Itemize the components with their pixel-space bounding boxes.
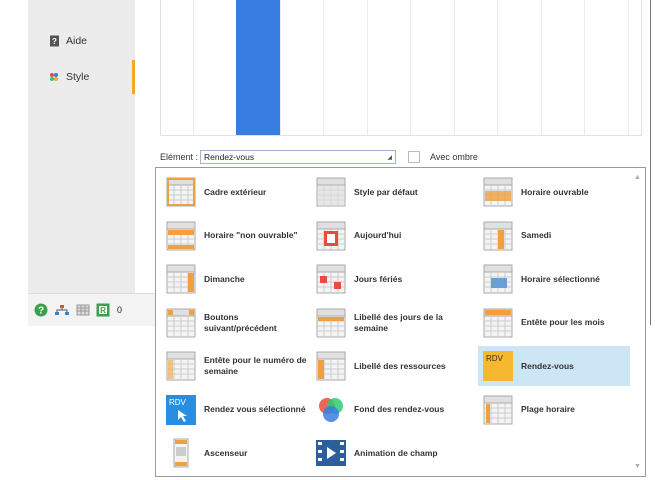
style-preview (160, 0, 642, 136)
option-label: Samedi (521, 230, 552, 240)
option-label: Rendez-vous (521, 360, 574, 371)
option-label: Horaire sélectionné (521, 273, 600, 284)
option-item[interactable]: Entête pour le numéro de semaine (161, 346, 311, 386)
option-item[interactable]: Fond des rendez-vous (311, 390, 478, 430)
shadow-label: Avec ombre (430, 152, 478, 162)
svg-text:?: ? (52, 37, 57, 46)
sidebar-item-label: Aide (66, 35, 88, 47)
sidebar-item-label: Style (66, 71, 90, 83)
option-item[interactable]: Jours fériés (311, 259, 478, 299)
option-label: Entête pour le numéro de semaine (204, 355, 307, 376)
calendar-selected-icon (483, 264, 513, 294)
r-icon[interactable]: R (96, 303, 110, 317)
option-item[interactable]: Libellé des jours de la semaine (311, 303, 478, 343)
element-combo-value: Rendez-vous (204, 152, 255, 162)
option-item[interactable]: Ascenseur (161, 433, 311, 473)
count-label: 0 (117, 305, 123, 315)
color-circles-icon (316, 395, 346, 425)
scroll-down-icon[interactable]: ▼ (634, 463, 641, 470)
option-label: Horaire "non ouvrable" (204, 230, 298, 240)
element-combo[interactable]: Rendez-vous ◢ (200, 150, 396, 164)
scrollbar-icon (166, 438, 196, 468)
shadow-checkbox[interactable] (408, 151, 420, 163)
bottom-toolbar: ? R 0 (28, 293, 168, 326)
calendar-navbuttons-icon (166, 308, 196, 338)
calendar-holidays-icon (316, 264, 346, 294)
option-label: Ascenseur (204, 447, 248, 458)
calendar-timeslot-icon (483, 395, 513, 425)
element-label: Elément : (160, 152, 199, 162)
rdv-selected-icon: RDV (166, 394, 196, 425)
option-label: Fond des rendez-vous (354, 404, 445, 414)
calendar-workhours-icon (483, 177, 513, 207)
calendar-frame-icon (166, 177, 196, 207)
svg-text:RDV: RDV (169, 398, 187, 407)
option-item[interactable]: RDV Rendez-vous (478, 346, 630, 386)
sidebar: ? Aide Style (28, 0, 135, 293)
option-item[interactable]: Style par défaut (311, 172, 478, 212)
option-label: Libellé des jours de la semaine (354, 311, 443, 333)
chevron-down-icon: ◢ (387, 154, 392, 161)
option-label: Cadre extérieur (204, 186, 267, 197)
help-book-icon: ? (48, 35, 60, 47)
calendar-resources-icon (316, 351, 346, 381)
calendar-today-icon (316, 221, 346, 251)
option-item[interactable]: Samedi (478, 216, 630, 256)
calendar-saturday-icon (483, 221, 513, 251)
rdv-icon: RDV (483, 351, 513, 381)
animation-icon (316, 438, 346, 468)
option-item[interactable]: Libellé des ressources (311, 346, 478, 386)
option-item[interactable]: Aujourd'hui (311, 216, 478, 256)
option-label: Dimanche (204, 273, 245, 284)
style-palette-icon (48, 71, 60, 83)
element-selector-row: Elément : Rendez-vous ◢ Avec ombre (160, 148, 478, 166)
option-label: Style par défaut (354, 186, 418, 197)
svg-text:R: R (100, 306, 106, 315)
option-item[interactable]: Dimanche (161, 259, 311, 299)
dropdown-scrollbar[interactable]: ▲ ▼ (631, 168, 645, 476)
option-label: Rendez vous sélectionné (204, 404, 306, 414)
scroll-up-icon[interactable]: ▲ (634, 174, 641, 181)
option-item[interactable]: Cadre extérieur (161, 172, 311, 212)
option-label: Libellé des ressources (354, 360, 446, 371)
option-item[interactable]: Animation de champ (311, 433, 478, 473)
option-label: Plage horaire (521, 404, 575, 414)
option-item[interactable]: Boutons suivant/précédent (161, 303, 311, 343)
appointment-preview-bar (236, 0, 280, 135)
option-item[interactable]: Entête pour les mois (478, 303, 630, 343)
option-item[interactable]: Horaire sélectionné (478, 259, 630, 299)
option-label: Animation de champ (354, 447, 438, 458)
option-label: Aujourd'hui (354, 230, 402, 240)
calendar-nonwork-icon (166, 221, 196, 251)
option-label: Jours fériés (354, 273, 403, 284)
network-icon[interactable] (54, 303, 70, 317)
calendar-default-icon (316, 177, 346, 207)
option-label: Horaire ouvrable (521, 186, 589, 197)
svg-text:?: ? (38, 306, 44, 317)
sidebar-item-style[interactable]: Style (28, 60, 135, 94)
calendar-weekdays-icon (316, 308, 346, 338)
option-label: Entête pour les mois (521, 317, 605, 327)
calendar-sunday-icon (166, 264, 196, 294)
help-circle-icon[interactable]: ? (34, 303, 48, 317)
element-dropdown-list: Cadre extérieur Style par défaut Horaire o… (155, 167, 646, 477)
calendar-monthheader-icon (483, 308, 513, 338)
option-item[interactable]: Plage horaire (478, 390, 630, 430)
option-item[interactable]: Horaire ouvrable (478, 172, 630, 212)
option-label: Boutons suivant/précédent (204, 311, 277, 333)
option-item[interactable]: RDV Rendez vous sélectionné (161, 390, 311, 430)
grid-icon[interactable] (76, 303, 90, 317)
option-item[interactable]: Horaire "non ouvrable" (161, 216, 311, 256)
calendar-weeknumber-icon (166, 351, 196, 381)
sidebar-item-aide[interactable]: ? Aide (28, 28, 135, 54)
svg-text:RDV: RDV (486, 354, 504, 363)
